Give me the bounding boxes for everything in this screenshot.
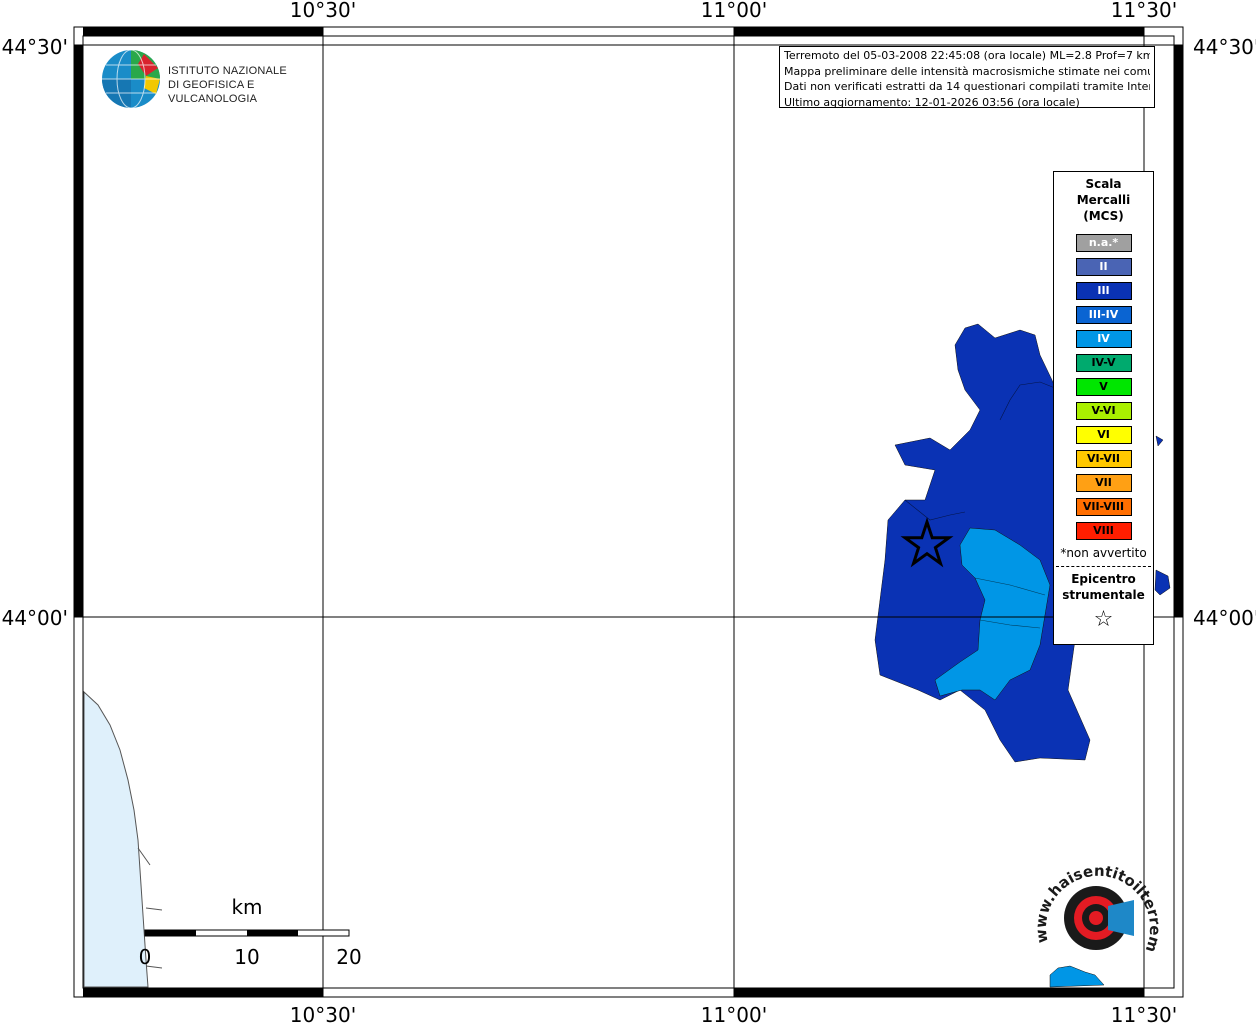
lat-label-left-1: 44°30' [2,35,68,59]
municipality-III-east [1154,435,1171,596]
lat-label-right-1: 44°30' [1193,35,1256,59]
event-info-line-4: Ultimo aggiornamento: 12-01-2026 03:56 (… [784,95,1080,109]
lon-label-bottom-2: 11°00' [701,1003,767,1024]
legend-item: IV [1075,330,1132,348]
scale-unit: km [231,895,262,919]
event-info-box: Terremoto del 05-03-2008 22:45:08 (ora l… [779,46,1155,109]
legend-title-line-3: (MCS) [1083,209,1124,223]
legend-title-line-1: Scala [1085,177,1122,191]
legend-item: V-VI [1075,402,1132,420]
star-icon: ☆ [1093,607,1114,632]
legend-item: VI [1075,426,1132,444]
mcs-legend: Scala Mercalli (MCS) n.a.* II III III-IV IV I… [1053,171,1154,645]
legend-item: IV-V [1075,354,1132,372]
legend-items: n.a.* II III III-IV IV IV-V V V-VI VI VI-VII VII VI… [1054,234,1153,540]
legend-item: III-IV [1075,306,1132,324]
scale-bar: km 0 10 20 [139,895,362,969]
lat-label-right-2: 44°00' [1193,606,1256,630]
lon-label-bottom-1: 10°30' [290,1003,356,1024]
legend-item: VII-VIII [1075,498,1132,516]
legend-item: VIII [1075,522,1132,540]
ingv-logo: ISTITUTO NAZIONALE DI GEOFISICA E VULCAN… [100,48,320,110]
legend-item: VI-VII [1075,450,1132,468]
legend-separator [1056,566,1151,567]
legend-item: VII [1075,474,1132,492]
legend-epicenter-line-2: strumentale [1062,588,1145,602]
scale-tick-10: 10 [234,945,259,969]
event-info-line-2: Mappa preliminare delle intensità macros… [784,64,1150,78]
legend-item: V [1075,378,1132,396]
legend-epicenter: Epicentro strumentale [1054,571,1153,603]
legend-epicenter-line-1: Epicentro [1071,572,1136,586]
legend-item: III [1075,282,1132,300]
ingv-line-1: ISTITUTO NAZIONALE [168,65,287,77]
lon-label-bottom-3: 11°30' [1111,1003,1177,1024]
haisentito-emblem-icon: www.haisentitoilterremoto.it [1029,842,1164,955]
legend-note: *non avvertito [1060,546,1147,560]
haisentito-logo: www.haisentitoilterremoto.it [1029,842,1164,976]
lon-label-top-1: 10°30' [290,0,356,22]
legend-title-line-2: Mercalli [1076,193,1131,207]
event-info-line-3: Dati non verificati estratti da 14 quest… [784,80,1150,93]
event-info-line-1: Terremoto del 05-03-2008 22:45:08 (ora l… [784,49,1150,62]
scale-tick-0: 0 [139,945,152,969]
legend-title: Scala Mercalli (MCS) [1054,176,1153,224]
scale-tick-20: 20 [336,945,361,969]
lon-label-top-2: 11°00' [701,0,767,22]
sea-area [83,690,149,988]
lon-label-top-3: 11°30' [1111,0,1177,22]
globe-icon [102,49,160,109]
ingv-line-2: DI GEOFISICA E VULCANOLOGIA [168,79,258,105]
legend-item: n.a.* [1075,234,1132,252]
lat-label-left-2: 44°00' [2,606,68,630]
legend-item: II [1075,258,1132,276]
